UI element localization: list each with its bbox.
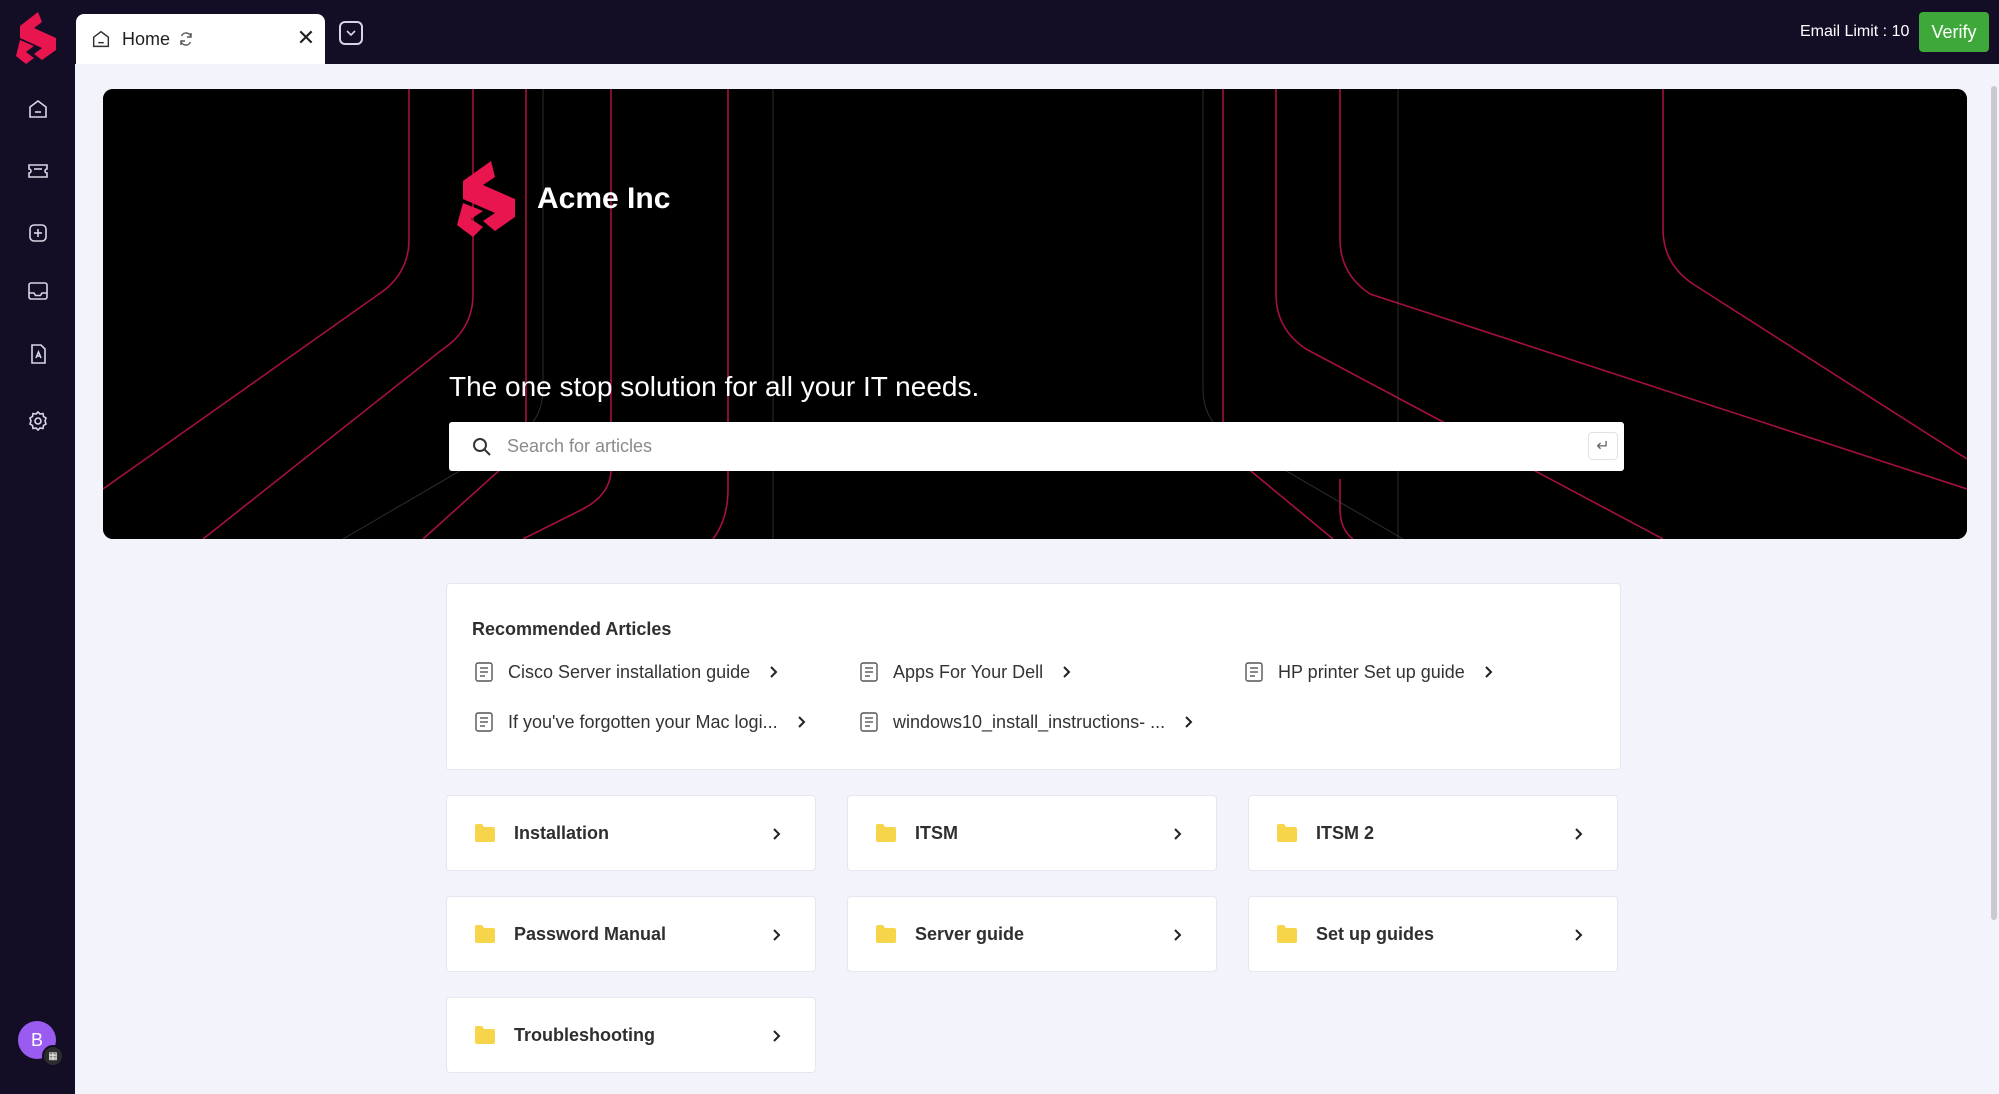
hero-background-lines — [103, 89, 1967, 539]
folder-icon — [876, 824, 896, 842]
chevron-right-icon — [1575, 828, 1583, 840]
recommended-articles-card: Recommended Articles Cisco Server instal… — [446, 583, 1621, 770]
nav-inbox-icon[interactable] — [22, 275, 53, 306]
search-icon — [473, 437, 491, 456]
app-logo[interactable] — [12, 10, 62, 66]
article-icon — [860, 662, 878, 682]
category-itsm[interactable]: ITSM — [847, 795, 1217, 871]
hero-banner: Acme Inc The one stop solution for all y… — [103, 89, 1967, 539]
chevron-right-icon — [1575, 929, 1583, 941]
nav-home-icon[interactable] — [22, 93, 53, 124]
category-password-manual[interactable]: Password Manual — [446, 896, 816, 972]
article-icon — [475, 712, 493, 732]
folder-icon — [475, 925, 495, 943]
category-itsm-2[interactable]: ITSM 2 — [1248, 795, 1618, 871]
tab-home[interactable]: Home ✕ — [76, 14, 325, 64]
category-label: Server guide — [915, 923, 1025, 944]
chevron-right-icon — [1485, 666, 1493, 678]
chevron-right-icon — [797, 716, 805, 728]
recommended-article-item[interactable]: HP printer Set up guide — [1242, 660, 1495, 684]
enter-key-icon[interactable]: ↵ — [1588, 432, 1618, 460]
search-input[interactable] — [507, 436, 1547, 457]
chevron-right-icon — [773, 929, 781, 941]
brand-name: Acme Inc — [537, 182, 671, 215]
recommended-article-item[interactable]: windows10_install_instructions- ... — [857, 710, 1195, 734]
tab-dropdown-chevron-down-icon[interactable] — [339, 21, 363, 45]
article-label: Cisco Server installation guide — [508, 661, 751, 682]
recommended-article-item[interactable]: Cisco Server installation guide — [472, 660, 780, 684]
sidebar: B ▦ — [0, 0, 75, 1094]
nav-knowledge-icon[interactable] — [22, 338, 53, 369]
top-bar: Home ✕ Email Limit : 10 Verify — [75, 0, 1999, 64]
chevron-right-icon — [1185, 716, 1193, 728]
chevron-right-icon — [773, 828, 781, 840]
chevron-right-icon — [770, 666, 778, 678]
folder-icon — [1277, 824, 1297, 842]
category-troubleshooting[interactable]: Troubleshooting — [446, 997, 816, 1073]
article-label: If you've forgotten your Mac logi... — [508, 711, 778, 732]
chevron-right-icon — [1063, 666, 1071, 678]
vertical-scrollbar[interactable] — [1989, 64, 1999, 1094]
category-label: ITSM — [915, 822, 958, 843]
folder-icon — [475, 1026, 495, 1044]
recommended-article-item[interactable]: Apps For Your Dell — [857, 660, 1073, 684]
article-label: HP printer Set up guide — [1278, 661, 1465, 682]
article-label: Apps For Your Dell — [893, 661, 1044, 682]
avatar-initial: B — [30, 1029, 43, 1050]
brand-logo-icon — [457, 161, 515, 237]
folder-icon — [876, 925, 896, 943]
apps-badge-icon: ▦ — [42, 1045, 64, 1067]
category-server-guide[interactable]: Server guide — [847, 896, 1217, 972]
article-icon — [1245, 662, 1263, 682]
home-icon — [92, 30, 110, 48]
verify-button[interactable]: Verify — [1919, 12, 1989, 52]
article-icon — [475, 662, 493, 682]
article-search-bar: ↵ — [449, 422, 1624, 471]
category-set-up-guides[interactable]: Set up guides — [1248, 896, 1618, 972]
recommended-articles-title: Recommended Articles — [472, 619, 672, 639]
category-label: ITSM 2 — [1316, 822, 1375, 843]
chevron-right-icon — [1174, 828, 1182, 840]
email-limit-text: Email Limit : 10 — [1800, 23, 1910, 40]
category-label: Installation — [514, 822, 610, 843]
recommended-article-item[interactable]: If you've forgotten your Mac logi... — [472, 710, 808, 734]
article-icon — [860, 712, 878, 732]
brand: Acme Inc — [453, 159, 670, 239]
folder-icon — [1277, 925, 1297, 943]
nav-ticket-icon[interactable] — [22, 155, 53, 186]
nav-new-icon[interactable] — [22, 217, 53, 248]
refresh-icon[interactable] — [178, 31, 194, 47]
scrollbar-thumb[interactable] — [1991, 86, 1997, 920]
close-tab-icon[interactable]: ✕ — [295, 25, 317, 50]
main-content: Acme Inc The one stop solution for all y… — [75, 64, 1999, 1094]
nav-settings-gear-icon[interactable] — [22, 405, 53, 436]
category-installation[interactable]: Installation — [446, 795, 816, 871]
category-label: Set up guides — [1316, 923, 1435, 944]
chevron-right-icon — [1174, 929, 1182, 941]
article-label: windows10_install_instructions- ... — [893, 711, 1166, 732]
chevron-right-icon — [773, 1030, 781, 1042]
folder-icon — [475, 824, 495, 842]
tab-label: Home — [122, 28, 171, 49]
category-label: Troubleshooting — [514, 1024, 655, 1045]
hero-tagline: The one stop solution for all your IT ne… — [449, 371, 980, 402]
user-avatar[interactable]: B ▦ — [18, 1021, 64, 1067]
category-label: Password Manual — [514, 923, 667, 944]
